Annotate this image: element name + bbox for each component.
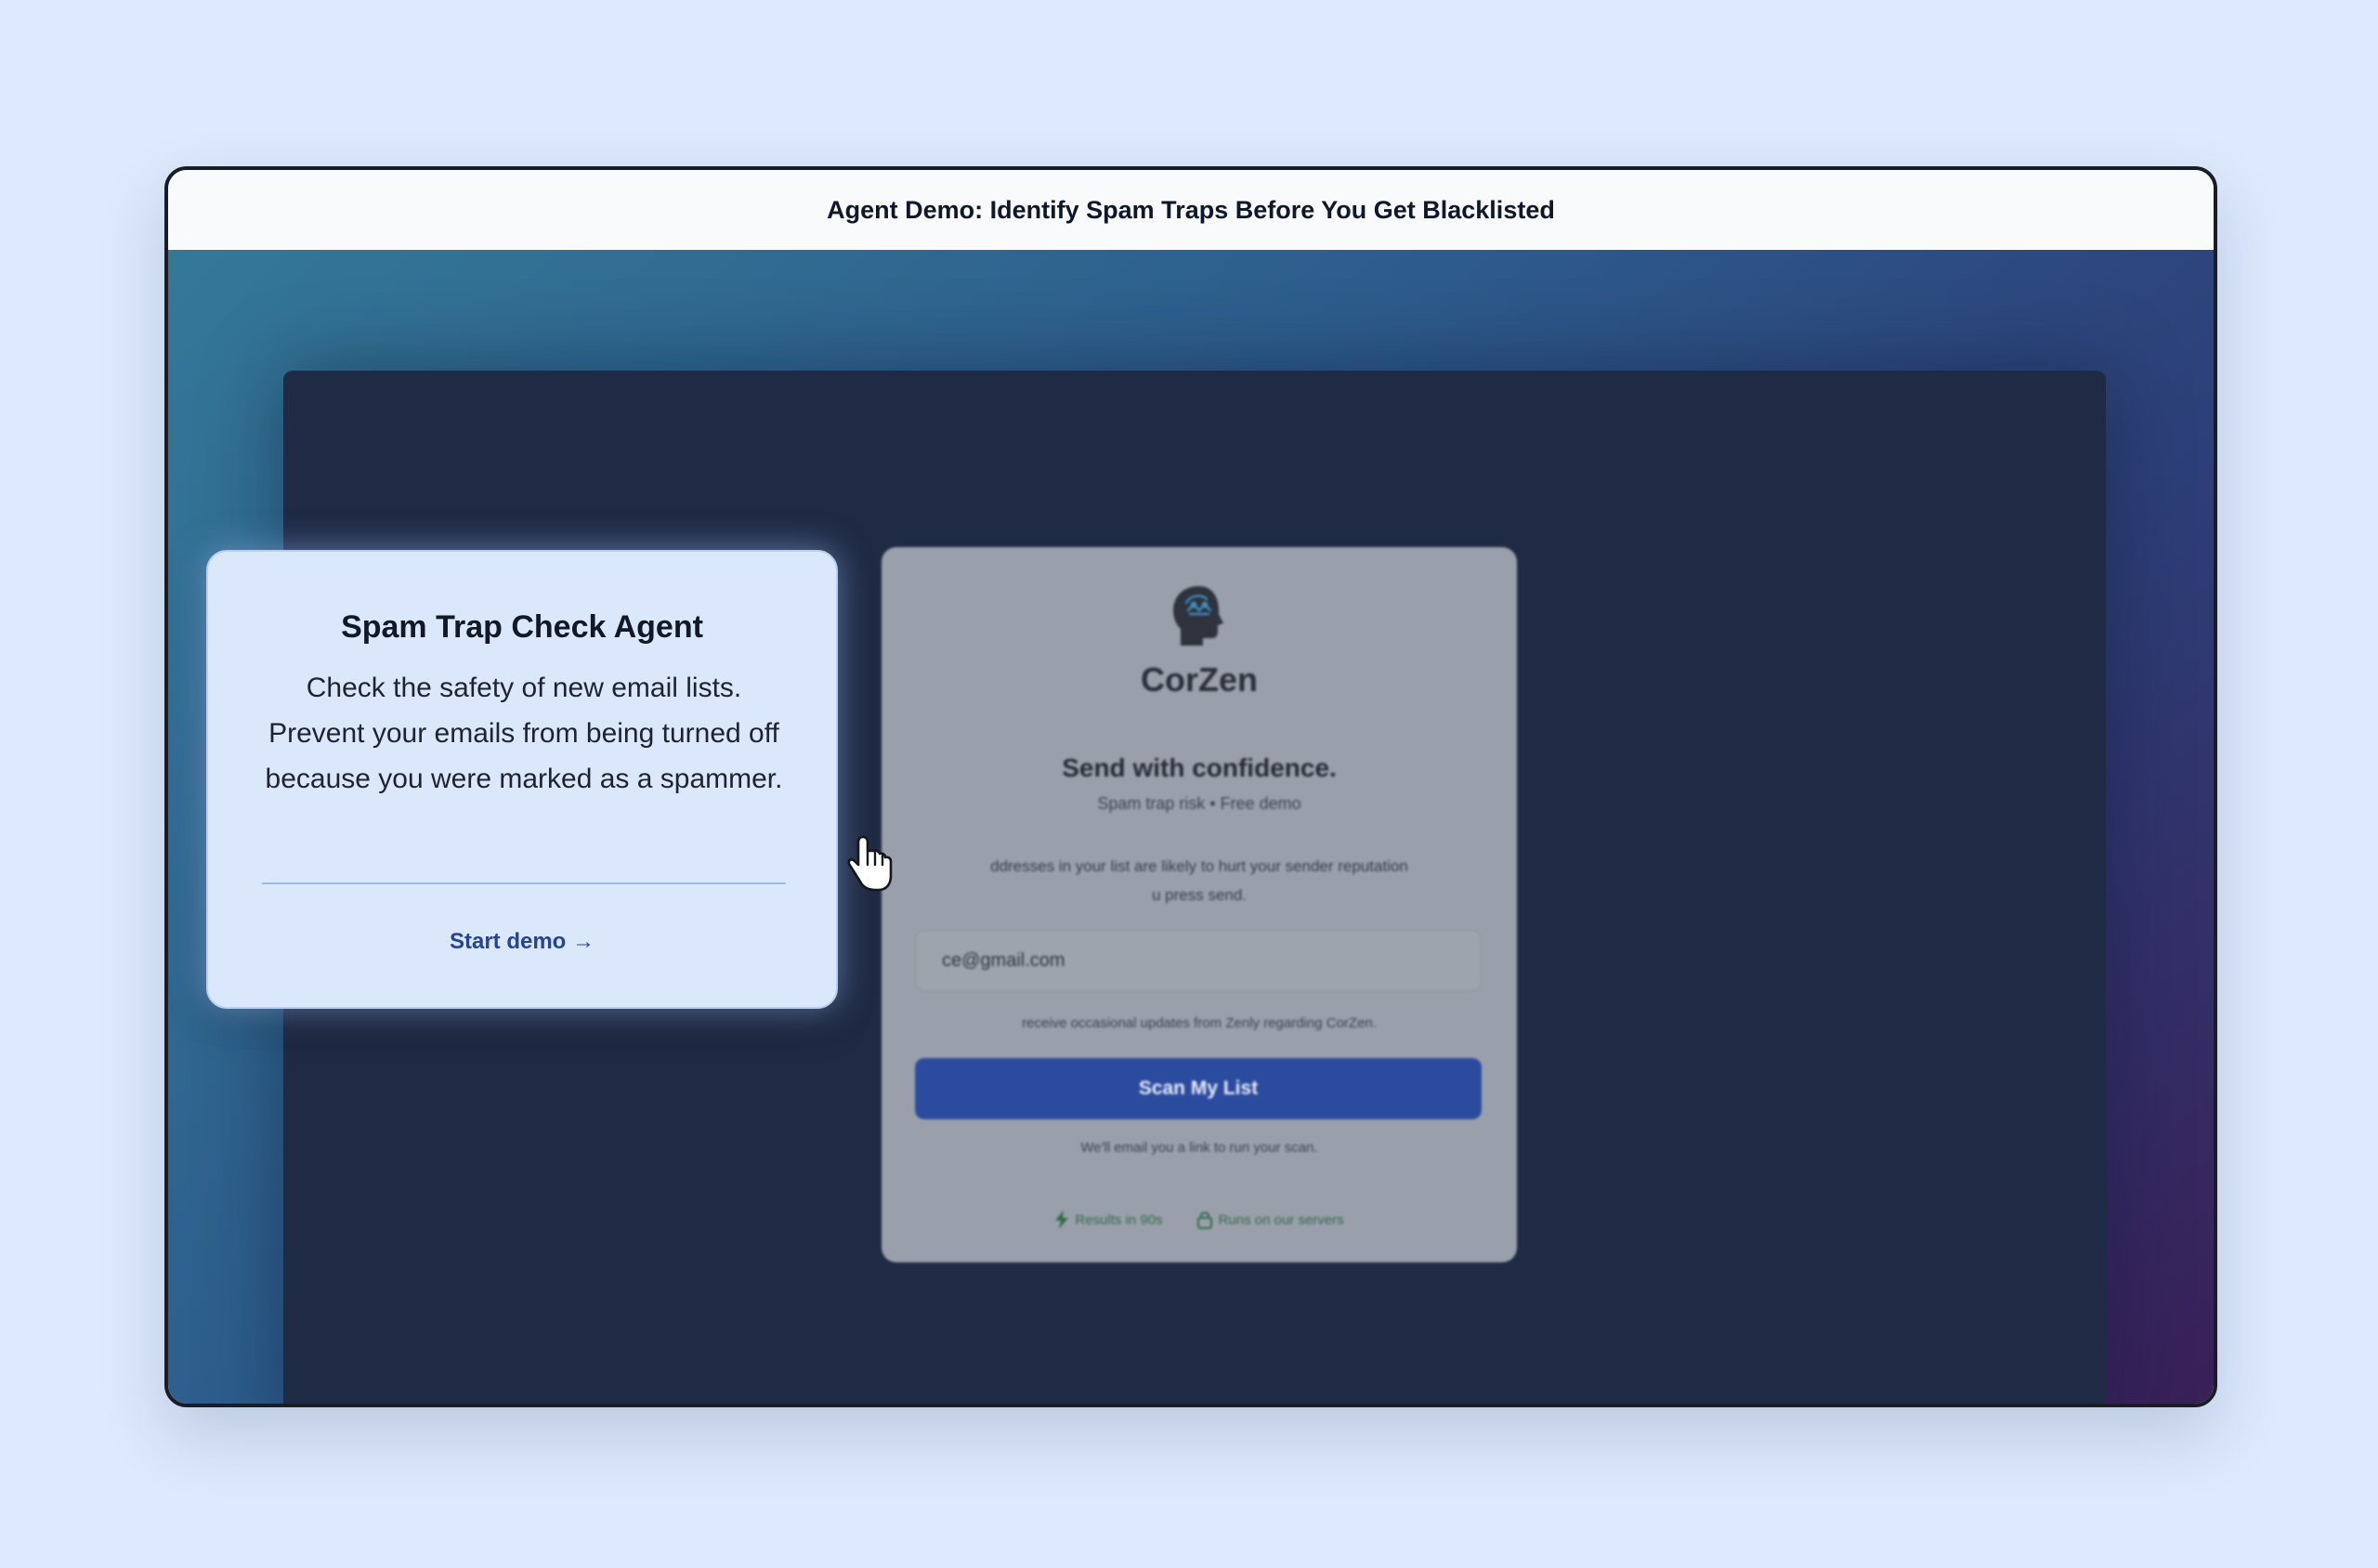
- start-demo-link[interactable]: Start demo →: [208, 929, 836, 955]
- brand-name: CorZen: [1141, 660, 1258, 699]
- badge-results: Results in 90s: [1054, 1210, 1163, 1229]
- lock-icon: [1196, 1211, 1212, 1229]
- card-description: ddresses in your list are likely to hurt…: [990, 857, 1408, 904]
- badge-servers-label: Runs on our servers: [1218, 1211, 1344, 1228]
- email-link-note: We'll email you a link to run your scan.: [1080, 1140, 1318, 1156]
- card-heading: Send with confidence.: [1062, 753, 1337, 782]
- lightning-icon: [1055, 1210, 1069, 1229]
- scan-my-list-button[interactable]: Scan My List: [915, 1058, 1482, 1119]
- popover-description: Check the safety of new email lists. Pre…: [265, 673, 783, 794]
- title-bar: Agent Demo: Identify Spam Traps Before Y…: [168, 170, 2214, 250]
- footer-badges: Results in 90s Runs on our servers: [882, 1210, 1517, 1229]
- card-subheading: Spam trap risk • Free demo: [1097, 794, 1301, 813]
- badge-results-label: Results in 90s: [1075, 1211, 1163, 1228]
- window-title: Agent Demo: Identify Spam Traps Before Y…: [827, 195, 1555, 224]
- signup-card: CorZen Send with confidence. Spam trap r…: [882, 547, 1517, 1262]
- badge-servers: Runs on our servers: [1196, 1210, 1344, 1229]
- hand-pointer-cursor-icon: [847, 835, 893, 892]
- email-input[interactable]: ce@gmail.com: [915, 930, 1482, 991]
- agent-info-popover: Spam Trap Check Agent Check the safety o…: [206, 550, 838, 1009]
- consent-note: receive occasional updates from Zenly re…: [1022, 1015, 1377, 1031]
- popover-divider: [262, 882, 786, 884]
- popover-title: Spam Trap Check Agent: [341, 609, 703, 645]
- head-brain-icon: [1173, 586, 1223, 646]
